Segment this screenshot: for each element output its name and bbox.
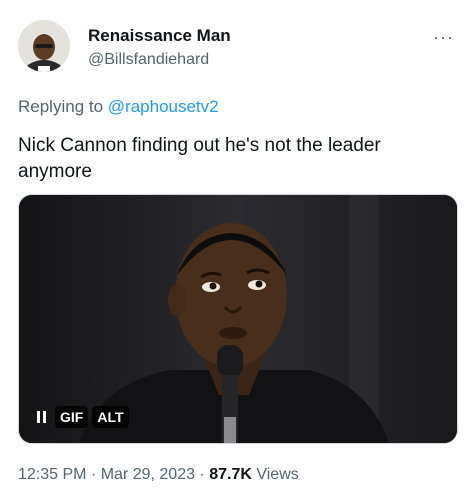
replying-to-label: Replying to <box>18 97 108 116</box>
tweet-date[interactable]: Mar 29, 2023 <box>101 466 195 483</box>
pause-icon[interactable] <box>31 405 51 429</box>
display-name[interactable]: Renaissance Man <box>88 26 231 46</box>
views-label: Views <box>251 466 299 483</box>
replying-to: Replying to @raphousetv2 <box>18 97 219 117</box>
avatar[interactable] <box>18 20 70 72</box>
media-controls: GIF ALT <box>31 405 129 429</box>
meta-separator: · <box>86 466 101 483</box>
gif-badge: GIF <box>55 406 89 428</box>
views-count[interactable]: 87.7K <box>209 466 252 483</box>
tweet-time[interactable]: 12:35 PM <box>18 466 86 483</box>
gif-media[interactable]: GIF ALT <box>18 194 458 444</box>
meta-separator: · <box>194 466 210 483</box>
alt-text-button[interactable]: ALT <box>92 406 129 428</box>
user-handle[interactable]: @Billsfandiehard <box>88 51 209 69</box>
reply-mention-link[interactable]: @raphousetv2 <box>108 97 219 116</box>
more-options-icon[interactable]: ··· <box>433 27 454 48</box>
tweet-text: Nick Cannon finding out he's not the lea… <box>18 135 381 182</box>
avatar-image <box>18 20 70 72</box>
tweet-metadata: 12:35 PM · Mar 29, 2023 · 87.7K Views <box>18 466 299 484</box>
tweet-card: Renaissance Man @Billsfandiehard ··· Rep… <box>0 0 474 502</box>
